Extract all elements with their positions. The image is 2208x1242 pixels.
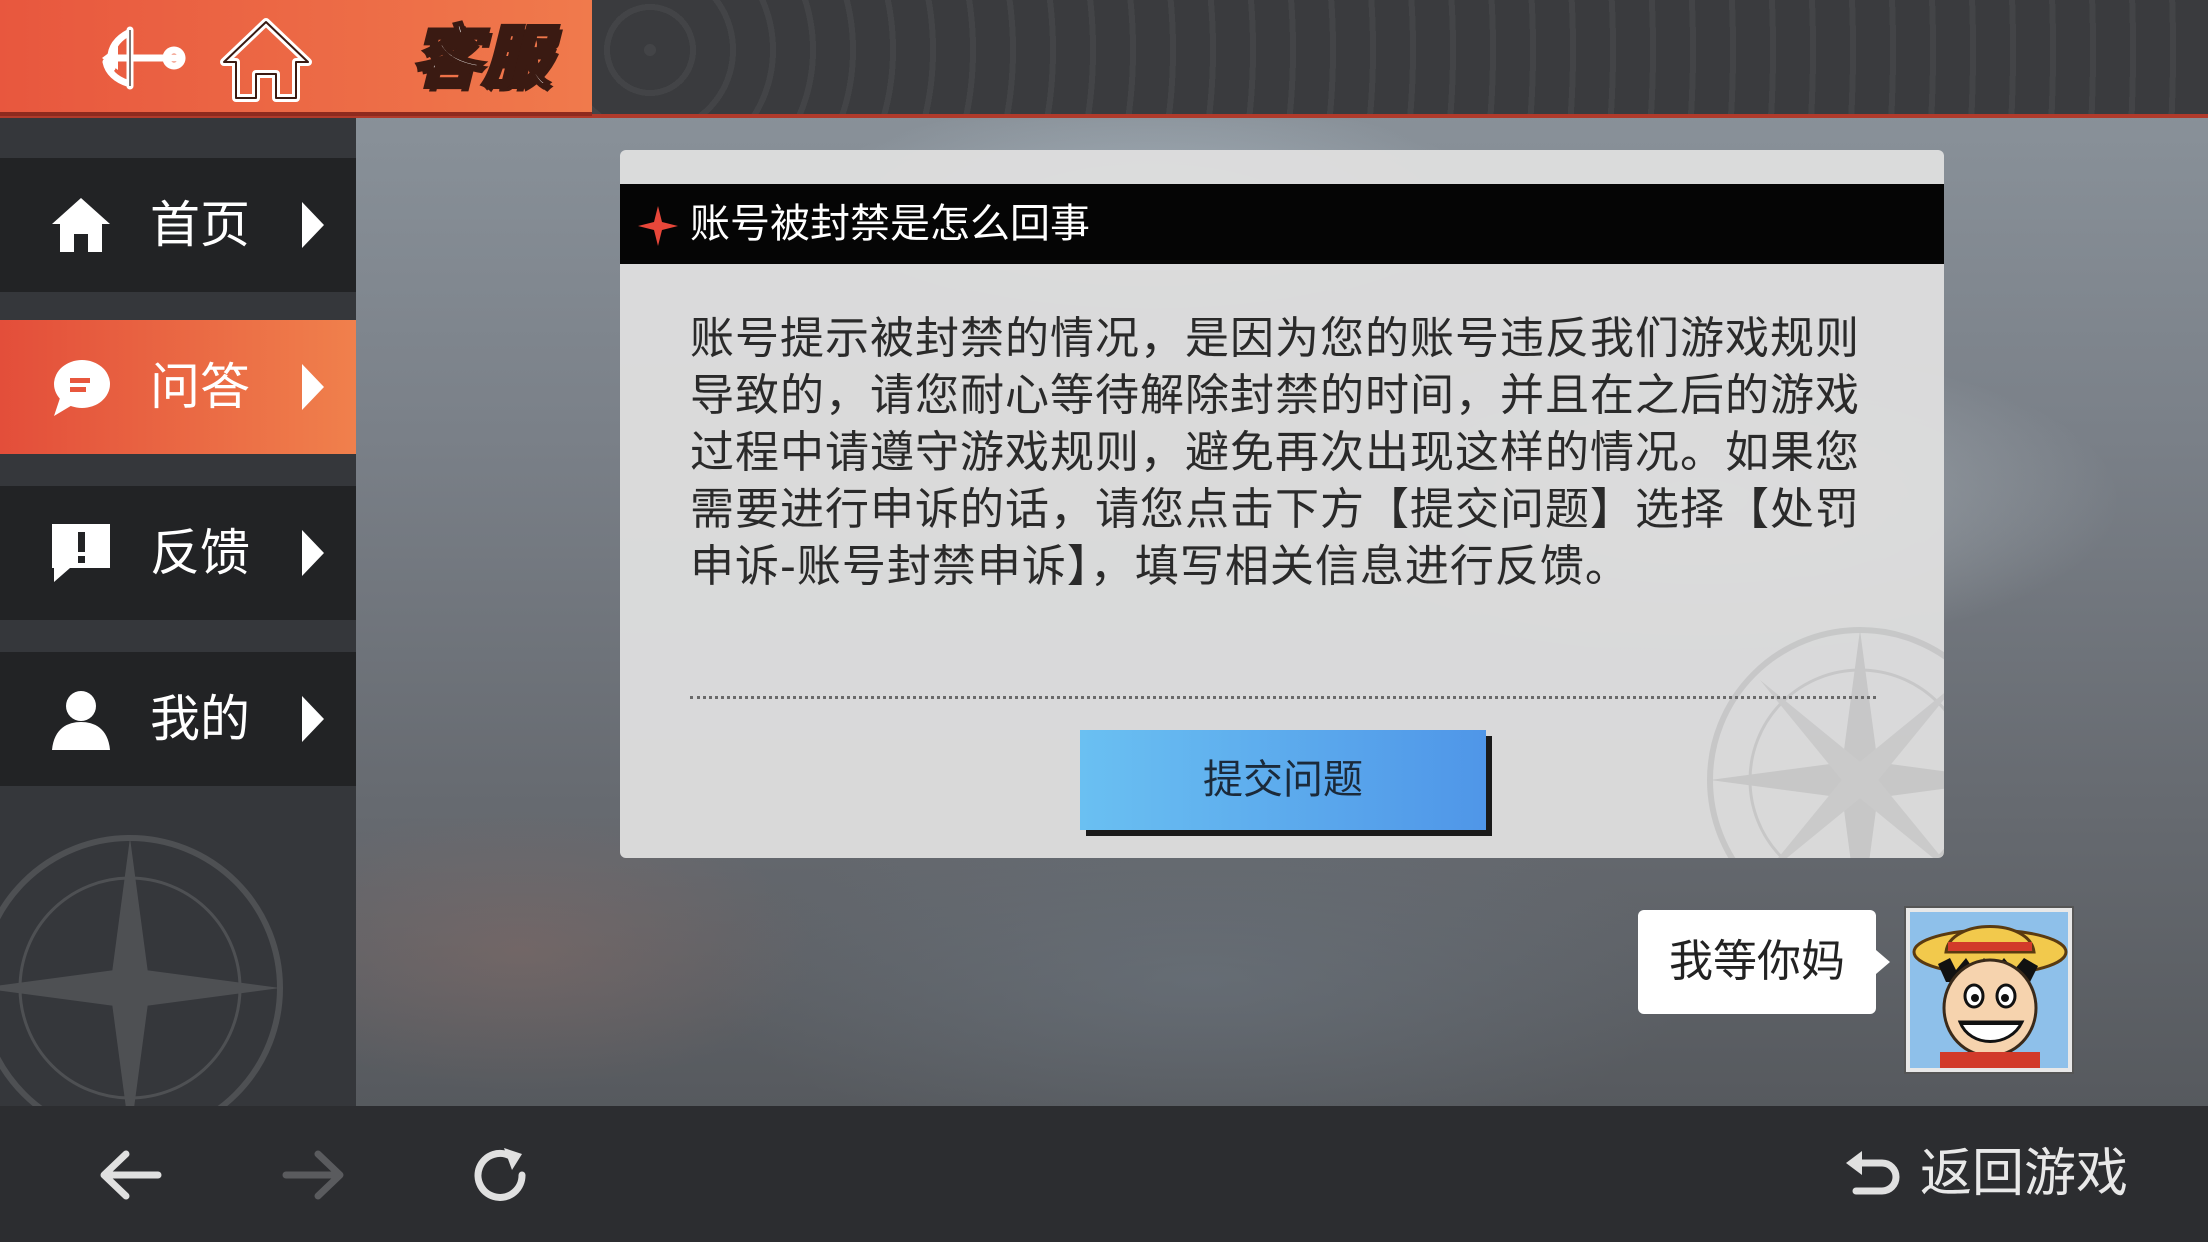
- title-tab: 客服: [0, 0, 592, 116]
- sidebar-item-label: 首页: [150, 196, 250, 254]
- sidebar-item-label: 反馈: [150, 524, 250, 582]
- arrow-right-icon[interactable]: [280, 1144, 346, 1206]
- home-icon[interactable]: [220, 16, 312, 102]
- chat-message-bubble: 我等你妈: [1638, 910, 1876, 1014]
- star-sparkle-icon: [638, 206, 678, 246]
- sidebar-item-home[interactable]: 首页: [0, 158, 356, 292]
- straw-hat-avatar-icon: [1910, 912, 2068, 1068]
- skull-pattern-decoration: [590, 0, 2208, 114]
- sidebar-item-label: 我的: [150, 690, 250, 748]
- page-title: 客服: [410, 18, 553, 100]
- feedback-icon: [52, 524, 110, 582]
- question-title: 账号被封禁是怎么回事: [690, 201, 1090, 247]
- home-icon: [52, 198, 110, 252]
- sidebar-item-mine[interactable]: 我的: [0, 652, 356, 786]
- chat-icon: [54, 360, 110, 416]
- sidebar-item-feedback[interactable]: 反馈: [0, 486, 356, 620]
- user-icon: [52, 691, 110, 750]
- sidebar: 首页 问答 反馈 我的: [0, 118, 356, 1141]
- avatar[interactable]: [1906, 908, 2072, 1072]
- return-to-game-label: 返回游戏: [1920, 1144, 2129, 1204]
- anchor-back-icon[interactable]: [92, 18, 192, 98]
- return-arrow-icon: [1846, 1151, 1900, 1195]
- bubble-tail: [1876, 950, 1890, 974]
- card-header: 账号被封禁是怎么回事: [620, 184, 1944, 264]
- chevron-right-icon: [302, 364, 324, 410]
- sidebar-item-qa[interactable]: 问答: [0, 320, 356, 454]
- top-bar: 客服: [0, 0, 2208, 118]
- chevron-right-icon: [302, 696, 324, 742]
- answer-card: 账号被封禁是怎么回事 账号提示被封禁的情况，是因为您的账号违反我们游戏规则导致的…: [620, 150, 1944, 858]
- sidebar-item-label: 问答: [150, 358, 250, 416]
- compass-watermark: [1707, 627, 1944, 858]
- chevron-right-icon: [302, 530, 324, 576]
- dotted-divider: [690, 696, 1876, 699]
- chevron-right-icon: [302, 202, 324, 248]
- bottom-bar: 返回游戏: [0, 1106, 2208, 1242]
- refresh-icon[interactable]: [468, 1144, 534, 1206]
- return-to-game-button[interactable]: 返回游戏: [1842, 1136, 2128, 1212]
- submit-question-button[interactable]: 提交问题: [1080, 730, 1486, 830]
- arrow-left-icon[interactable]: [98, 1144, 164, 1206]
- answer-text: 账号提示被封禁的情况，是因为您的账号违反我们游戏规则导致的，请您耐心等待解除封禁…: [690, 313, 1860, 592]
